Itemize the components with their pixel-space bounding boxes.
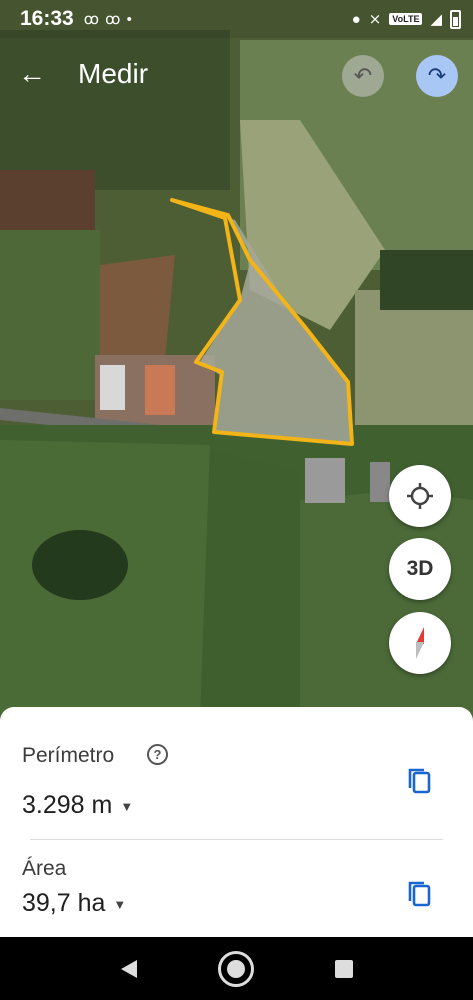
app-bar: ← Medir ↶ ↷ <box>0 46 473 102</box>
area-label: Área <box>22 857 67 880</box>
redo-icon: ↷ <box>427 63 447 88</box>
battery-icon <box>450 9 461 29</box>
three-d-label: 3D <box>406 557 434 580</box>
compass-button[interactable] <box>389 612 451 674</box>
area-unit-dropdown-icon[interactable]: ▼ <box>113 897 126 912</box>
my-location-button[interactable] <box>389 465 451 527</box>
perimeter-label: Perímetro <box>22 744 115 767</box>
undo-button[interactable]: ↶ <box>342 55 384 97</box>
perimeter-unit-dropdown-icon[interactable]: ▼ <box>120 799 133 814</box>
signal-icon: ◢ <box>430 11 442 28</box>
volte-icon: VoLTE <box>389 13 423 25</box>
map-imagery <box>0 0 473 720</box>
nav-home-icon[interactable] <box>217 950 254 987</box>
nfc-icon: ⨯ <box>368 11 382 28</box>
back-arrow-icon[interactable]: ← <box>18 58 58 90</box>
help-icon[interactable]: ? <box>147 744 168 765</box>
nav-recents-icon[interactable] <box>334 959 353 978</box>
status-bar: 16:33 ꝏ ꝏ • ● ⨯ VoLTE ◢ <box>0 0 473 38</box>
status-right-icons: ● ⨯ VoLTE ◢ <box>351 9 461 29</box>
page-title: Medir <box>78 58 149 89</box>
redo-button[interactable]: ↷ <box>416 55 458 97</box>
divider <box>30 839 443 840</box>
dot-icon: ● <box>351 10 361 28</box>
copy-area-icon[interactable] <box>407 880 433 908</box>
compass-icon <box>416 627 424 659</box>
undo-icon: ↶ <box>353 63 373 88</box>
perimeter-value: 3.298 m <box>22 791 113 819</box>
toggle-3d-button[interactable]: 3D <box>389 538 451 600</box>
crosshair-icon <box>407 483 433 509</box>
satellite-map[interactable] <box>0 0 473 720</box>
notification-icons: ꝏ ꝏ • <box>83 11 133 28</box>
perimeter-value-row[interactable]: 3.298 m ▼ <box>22 791 133 820</box>
copy-perimeter-icon[interactable] <box>407 767 433 795</box>
area-value-row[interactable]: 39,7 ha ▼ <box>22 889 126 918</box>
nav-back-icon[interactable] <box>120 959 137 978</box>
measurement-sheet: Perímetro ? 3.298 m ▼ Área 39,7 ha ▼ <box>0 707 473 937</box>
status-time: 16:33 <box>20 7 74 30</box>
area-value: 39,7 ha <box>22 889 106 917</box>
system-nav-bar <box>0 937 473 1000</box>
